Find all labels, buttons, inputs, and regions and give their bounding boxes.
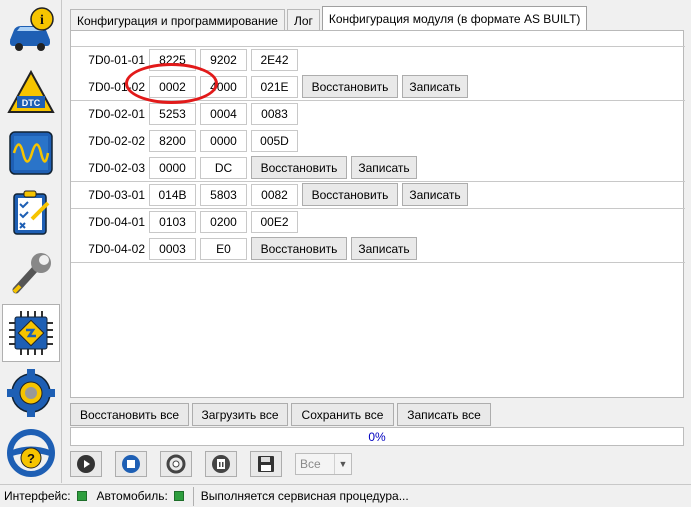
- value-field[interactable]: 0082: [251, 183, 298, 206]
- status-bar: Интерфейс: Автомобиль: Выполняется серви…: [0, 484, 691, 507]
- bulk-actions: Восстановить все Загрузить все Сохранить…: [70, 403, 494, 426]
- sidebar: i DTC ?: [0, 0, 62, 483]
- filter-select-value: Все: [300, 457, 321, 471]
- play-button[interactable]: [70, 451, 102, 477]
- play-icon: [77, 455, 95, 473]
- module-row: 7D0-04-02 0003 E0 Восстановить Записать: [71, 235, 685, 262]
- lifebuoy-button[interactable]: [160, 451, 192, 477]
- status-message: Выполняется сервисная процедура...: [200, 489, 409, 503]
- sidebar-checklist-button[interactable]: [2, 184, 60, 242]
- module-id: 7D0-03-01: [88, 187, 145, 202]
- save-button[interactable]: [250, 451, 282, 477]
- save-all-button[interactable]: Сохранить все: [291, 403, 394, 426]
- separator: [192, 486, 194, 506]
- sidebar-service-button[interactable]: [2, 244, 60, 302]
- gear-icon: [7, 369, 55, 417]
- stop-icon: [122, 455, 140, 473]
- toolbar: Все ▼: [70, 451, 352, 477]
- value-field[interactable]: 021E: [251, 75, 298, 98]
- module-row: 7D0-02-01 5253 0004 0083: [71, 100, 685, 127]
- progress-text: 0%: [368, 429, 386, 444]
- value-field[interactable]: 5803: [200, 183, 247, 206]
- value-field[interactable]: 0000: [149, 156, 196, 179]
- stop-button[interactable]: [115, 451, 147, 477]
- eraser-icon: [212, 455, 230, 473]
- car-info-icon: i: [10, 7, 54, 51]
- module-id: 7D0-01-01: [88, 52, 145, 67]
- oscilloscope-icon: [9, 131, 53, 175]
- sidebar-oscilloscope-button[interactable]: [2, 124, 60, 182]
- write-button[interactable]: Записать: [351, 237, 417, 260]
- value-field[interactable]: 0200: [200, 210, 247, 233]
- interface-label: Интерфейс:: [4, 489, 71, 503]
- value-field[interactable]: 9202: [200, 48, 247, 71]
- value-field[interactable]: 8200: [149, 129, 196, 152]
- module-id: 7D0-02-01: [88, 106, 145, 121]
- write-button[interactable]: Записать: [351, 156, 417, 179]
- svg-text:DTC: DTC: [22, 98, 41, 108]
- separator: [71, 262, 685, 263]
- dtc-warning-icon: DTC: [7, 69, 55, 113]
- restore-button[interactable]: Восстановить: [302, 75, 398, 98]
- write-button[interactable]: Записать: [402, 75, 468, 98]
- sidebar-info-button[interactable]: i: [2, 2, 60, 60]
- svg-text:i: i: [40, 13, 44, 28]
- module-row: 7D0-04-01 0103 0200 00E2: [71, 208, 685, 235]
- floppy-disk-icon: [258, 456, 274, 472]
- erase-button[interactable]: [205, 451, 237, 477]
- value-field[interactable]: 2E42: [251, 48, 298, 71]
- value-field[interactable]: 014B: [149, 183, 196, 206]
- module-id: 7D0-04-01: [88, 214, 145, 229]
- restore-all-button[interactable]: Восстановить все: [70, 403, 189, 426]
- value-field[interactable]: 0004: [200, 102, 247, 125]
- progress-bar: 0%: [70, 427, 684, 446]
- value-field[interactable]: 0083: [251, 102, 298, 125]
- tab-as-built[interactable]: Конфигурация модуля (в формате AS BUILT): [321, 6, 588, 31]
- module-row: 7D0-02-02 8200 0000 005D: [71, 127, 685, 154]
- value-field[interactable]: 0000: [200, 129, 247, 152]
- chevron-down-icon: ▼: [334, 454, 351, 474]
- value-field[interactable]: 5253: [149, 102, 196, 125]
- value-field[interactable]: 00E2: [251, 210, 298, 233]
- sidebar-dtc-button[interactable]: DTC: [2, 64, 60, 122]
- write-all-button[interactable]: Записать все: [397, 403, 491, 426]
- sidebar-module-config-button[interactable]: [2, 304, 60, 362]
- module-row: 7D0-02-03 0000 DC Восстановить Записать: [71, 154, 685, 181]
- tab-configuration[interactable]: Конфигурация и программирование: [70, 9, 285, 31]
- module-id: 7D0-02-02: [88, 133, 145, 148]
- sidebar-help-button[interactable]: ?: [2, 424, 60, 482]
- restore-button[interactable]: Восстановить: [251, 237, 347, 260]
- vehicle-status-led: [173, 491, 184, 501]
- module-id: 7D0-04-02: [88, 241, 145, 256]
- restore-button[interactable]: Восстановить: [251, 156, 347, 179]
- value-field[interactable]: 0103: [149, 210, 196, 233]
- module-row: 7D0-03-01 014B 5803 0082 Восстановить За…: [71, 181, 685, 208]
- sidebar-settings-button[interactable]: [2, 364, 60, 422]
- svg-text:?: ?: [27, 451, 35, 466]
- wrench-icon: [12, 253, 51, 294]
- interface-status-led: [76, 491, 87, 501]
- value-field[interactable]: E0: [200, 237, 247, 260]
- lifebuoy-icon: [166, 454, 186, 474]
- value-field[interactable]: 005D: [251, 129, 298, 152]
- module-id: 7D0-02-03: [88, 160, 145, 175]
- steering-help-icon: ?: [7, 429, 55, 477]
- app-window: i DTC ? Конфигурация и программирование …: [0, 0, 691, 507]
- value-field[interactable]: 0003: [149, 237, 196, 260]
- load-all-button[interactable]: Загрузить все: [192, 403, 288, 426]
- filter-select[interactable]: Все ▼: [295, 453, 352, 475]
- tab-bar: Конфигурация и программирование Лог Конф…: [70, 6, 589, 31]
- checklist-icon: [13, 190, 50, 235]
- value-field[interactable]: DC: [200, 156, 247, 179]
- highlight-annotation: [125, 63, 218, 104]
- tab-log[interactable]: Лог: [286, 9, 320, 31]
- vehicle-label: Автомобиль:: [96, 489, 168, 503]
- restore-button[interactable]: Восстановить: [302, 183, 398, 206]
- write-button[interactable]: Записать: [402, 183, 468, 206]
- chip-icon: [9, 311, 53, 355]
